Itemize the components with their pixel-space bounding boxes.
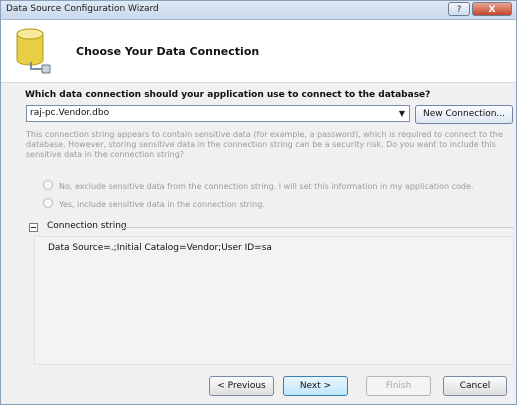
radio-icon[interactable]	[43, 198, 53, 208]
connection-string-box: Data Source=.;Initial Catalog=Vendor;Use…	[34, 236, 514, 365]
sensitive-data-description: This connection string appears to contai…	[26, 130, 503, 159]
close-button[interactable]: X	[472, 2, 512, 16]
include-sensitive-option[interactable]: Yes, include sensitive data in the conne…	[43, 198, 265, 209]
exclude-sensitive-option[interactable]: No, exclude sensitive data from the conn…	[43, 180, 473, 191]
data-connection-select[interactable]: raj-pc.Vendor.dbo ▼	[26, 105, 410, 122]
finish-button: Finish	[366, 376, 431, 396]
window-title: Data Source Configuration Wizard	[6, 4, 159, 14]
help-button[interactable]: ?	[448, 2, 470, 16]
data-connection-value: raj-pc.Vendor.dbo	[30, 108, 110, 118]
title-bar: Data Source Configuration Wizard ? X	[1, 1, 516, 20]
next-button[interactable]: Next >	[283, 376, 348, 396]
wizard-window: Data Source Configuration Wizard ? X Cho…	[0, 0, 517, 405]
previous-button[interactable]: < Previous	[209, 376, 274, 396]
collapse-minus-icon[interactable]	[29, 223, 38, 232]
section-divider	[123, 227, 514, 228]
page-title: Choose Your Data Connection	[76, 45, 260, 58]
wizard-header: Choose Your Data Connection	[1, 20, 516, 83]
connection-string-value: Data Source=.;Initial Catalog=Vendor;Use…	[48, 243, 272, 253]
cancel-button[interactable]: Cancel	[443, 376, 507, 396]
database-icon	[16, 28, 51, 74]
connection-question-label: Which data connection should your applic…	[25, 90, 431, 100]
radio-icon[interactable]	[43, 180, 53, 190]
new-connection-button[interactable]: New Connection...	[415, 105, 513, 124]
chevron-down-icon[interactable]: ▼	[399, 109, 405, 118]
exclude-sensitive-label: No, exclude sensitive data from the conn…	[59, 182, 474, 191]
connection-string-label: Connection string	[47, 221, 127, 231]
include-sensitive-label: Yes, include sensitive data in the conne…	[59, 200, 265, 209]
